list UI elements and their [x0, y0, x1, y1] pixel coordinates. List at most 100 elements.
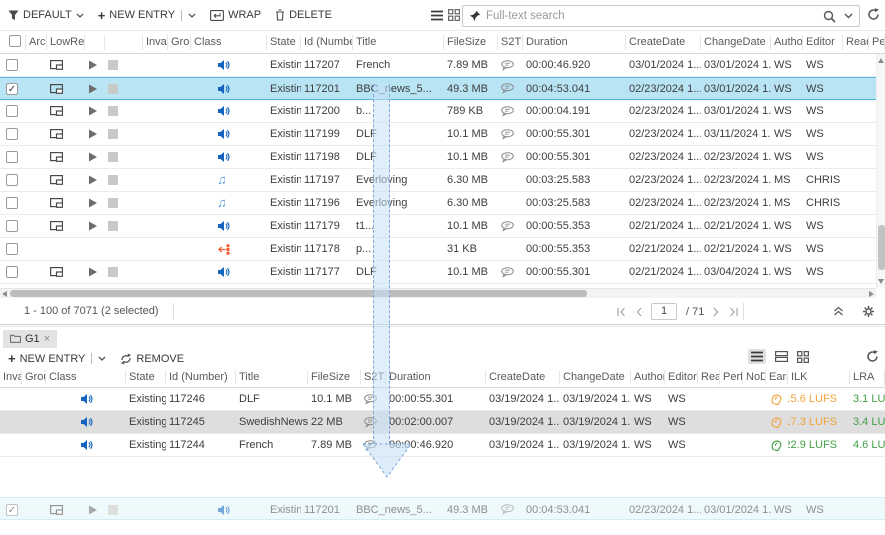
- column-header[interactable]: Class: [46, 370, 126, 385]
- stop-icon[interactable]: [108, 106, 118, 116]
- filter-default-button[interactable]: DEFAULT: [8, 9, 84, 21]
- search-icon[interactable]: [823, 10, 836, 23]
- cell-stop[interactable]: [105, 498, 143, 521]
- cell-stop[interactable]: [105, 100, 143, 122]
- split-view-icon[interactable]: [775, 351, 788, 362]
- play-icon[interactable]: [88, 106, 98, 116]
- column-header[interactable]: Duration: [386, 370, 486, 385]
- scroll-down-icon[interactable]: [878, 279, 884, 284]
- chevron-down-icon[interactable]: [98, 356, 106, 361]
- wrap-button[interactable]: WRAP: [210, 9, 261, 21]
- stop-icon[interactable]: [108, 152, 118, 162]
- column-header[interactable]: Inval: [143, 35, 168, 50]
- search-box[interactable]: [462, 5, 860, 27]
- cell-stop[interactable]: [105, 54, 143, 76]
- pin-icon[interactable]: [469, 10, 481, 22]
- row-checkbox[interactable]: [6, 59, 18, 71]
- column-header[interactable]: Id (Number): [166, 370, 236, 385]
- column-header[interactable]: LowRes: [47, 35, 85, 50]
- scroll-up-icon[interactable]: [878, 58, 884, 63]
- play-icon[interactable]: [88, 505, 98, 515]
- column-header[interactable]: S2T: [498, 35, 523, 50]
- row-checkbox[interactable]: [6, 128, 18, 140]
- table-row[interactable]: ✓ ♫ Existing 117201 BBC_news_5... 49.3 M…: [0, 498, 885, 521]
- table-row[interactable]: Existing 117246 DLF 10.1 MB 00:00:55.301…: [0, 388, 885, 411]
- column-header[interactable]: Perfo: [720, 370, 743, 385]
- column-header[interactable]: State: [126, 370, 166, 385]
- chevron-down-icon[interactable]: [188, 13, 196, 18]
- cell-stop[interactable]: [105, 123, 143, 145]
- column-header[interactable]: FileSize: [308, 370, 361, 385]
- stop-icon[interactable]: [108, 505, 118, 515]
- cell-stop[interactable]: [105, 261, 143, 283]
- cell-play[interactable]: [85, 100, 105, 122]
- stop-icon[interactable]: [108, 60, 118, 70]
- table-row[interactable]: ♫ Existing 117196 Everloving 6.30 MB 00:…: [0, 192, 885, 215]
- table-row[interactable]: ♫ Existing 117178 p... 31 KB 00:00:55.35…: [0, 238, 885, 261]
- row-checkbox[interactable]: [6, 243, 18, 255]
- vertical-scrollbar[interactable]: [876, 54, 885, 288]
- cell-play[interactable]: [85, 169, 105, 191]
- list-view-icon[interactable]: [748, 349, 766, 364]
- column-header[interactable]: S2T: [361, 370, 386, 385]
- column-header[interactable]: CreateDate: [486, 370, 560, 385]
- table-row[interactable]: ♫ Existing 117207 French 7.89 MB 00:00:4…: [0, 54, 885, 77]
- column-header[interactable]: LRA: [850, 370, 885, 385]
- column-header[interactable]: [0, 35, 26, 50]
- table-row[interactable]: Existing 117244 French 7.89 MB 00:00:46.…: [0, 434, 885, 457]
- tab-g1[interactable]: G1 ×: [3, 330, 57, 348]
- cell-play[interactable]: [85, 123, 105, 145]
- table-row[interactable]: Existing 117245 SwedishNews 22 MB 00:02:…: [0, 411, 885, 434]
- column-header[interactable]: Author: [771, 35, 803, 50]
- column-header[interactable]: Title: [353, 35, 444, 50]
- table-row[interactable]: ♫ Existing 117177 DLF 10.1 MB 00:00:55.3…: [0, 261, 885, 284]
- stop-icon[interactable]: [108, 267, 118, 277]
- prev-page-icon[interactable]: [635, 307, 642, 317]
- column-header[interactable]: Duration: [523, 35, 626, 50]
- gear-icon[interactable]: [862, 305, 875, 318]
- column-header[interactable]: CreateDate: [626, 35, 701, 50]
- delete-button[interactable]: DELETE: [275, 9, 332, 21]
- search-input[interactable]: [486, 10, 823, 22]
- grid-view-icon[interactable]: [797, 351, 809, 363]
- cell-play[interactable]: [85, 54, 105, 76]
- row-checkbox[interactable]: [6, 266, 18, 278]
- cell-play[interactable]: [85, 78, 105, 99]
- remove-button[interactable]: REMOVE: [120, 353, 184, 365]
- row-checkbox[interactable]: [6, 105, 18, 117]
- column-header[interactable]: Inval: [0, 370, 22, 385]
- scroll-right-icon[interactable]: [869, 291, 874, 297]
- column-header[interactable]: Editor: [803, 35, 843, 50]
- grid-view-icon[interactable]: [448, 9, 460, 21]
- lower-new-entry-button[interactable]: + NEW ENTRY: [8, 351, 106, 366]
- row-checkbox[interactable]: [6, 151, 18, 163]
- collapse-panel-icon[interactable]: [833, 306, 844, 316]
- next-page-icon[interactable]: [713, 307, 720, 317]
- stop-icon[interactable]: [108, 175, 118, 185]
- column-header[interactable]: ChangeDate: [701, 35, 771, 50]
- cell-play[interactable]: [85, 238, 105, 260]
- last-page-icon[interactable]: [729, 307, 739, 317]
- cell-play[interactable]: [85, 498, 105, 521]
- play-icon[interactable]: [88, 221, 98, 231]
- column-header[interactable]: Ears: [766, 370, 788, 385]
- cell-stop[interactable]: [105, 238, 143, 260]
- column-header[interactable]: Perfo: [869, 35, 885, 50]
- horizontal-scrollbar-thumb[interactable]: [10, 290, 587, 297]
- play-icon[interactable]: [88, 175, 98, 185]
- column-header[interactable]: State: [267, 35, 301, 50]
- play-icon[interactable]: [88, 60, 98, 70]
- row-checkbox[interactable]: [6, 220, 18, 232]
- column-header[interactable]: FileSize: [444, 35, 498, 50]
- cell-stop[interactable]: [105, 192, 143, 214]
- cell-play[interactable]: [85, 261, 105, 283]
- first-page-icon[interactable]: [616, 307, 626, 317]
- table-row[interactable]: ♫ Existing 117197 Everloving 6.30 MB 00:…: [0, 169, 885, 192]
- table-row[interactable]: ✓ ♫ Existing 117201 BBC_news_5... 49.3 M…: [0, 77, 885, 100]
- search-options-chevron-icon[interactable]: [844, 13, 853, 19]
- play-icon[interactable]: [88, 198, 98, 208]
- select-all-checkbox[interactable]: [9, 35, 21, 47]
- row-checkbox[interactable]: [6, 197, 18, 209]
- refresh-icon[interactable]: [866, 350, 879, 363]
- scroll-left-icon[interactable]: [2, 291, 7, 297]
